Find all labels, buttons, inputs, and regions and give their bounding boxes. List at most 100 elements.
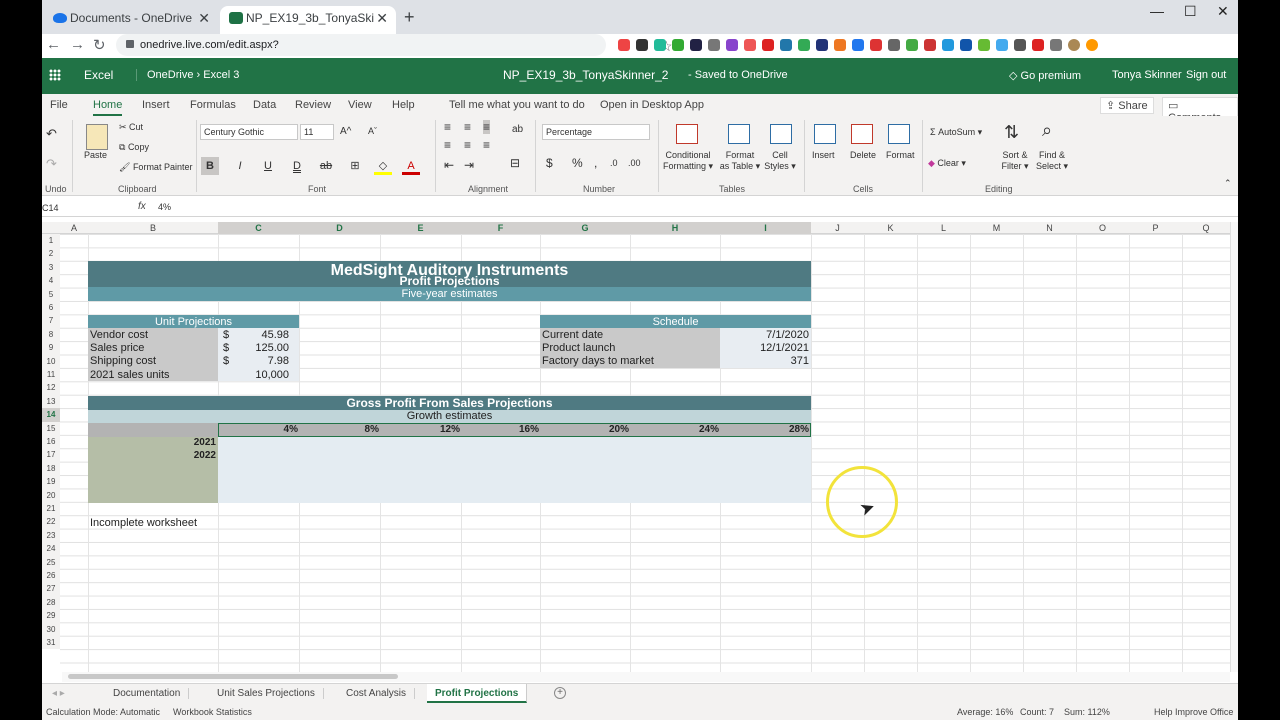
name-box[interactable]: C14 [42, 201, 130, 215]
row-header[interactable]: 21 [42, 502, 60, 516]
underline-button[interactable]: U [259, 157, 277, 175]
column-header[interactable]: I [720, 222, 811, 234]
unit-value[interactable]: 7.98 [240, 355, 289, 367]
row-header[interactable]: 6 [42, 301, 60, 315]
extension-icon[interactable] [906, 39, 918, 51]
sheet-subtitle[interactable]: Profit Projections [88, 274, 811, 288]
growth-rate-cell[interactable]: 8% [299, 424, 379, 435]
extension-icon[interactable] [852, 39, 864, 51]
year-label[interactable]: 2022 [88, 450, 216, 461]
autosum-button[interactable]: Σ AutoSum ▾ [930, 127, 982, 138]
extension-icon[interactable] [816, 39, 828, 51]
row-header[interactable]: 1 [42, 234, 60, 248]
growth-rate-cell[interactable]: 4% [218, 424, 298, 435]
column-header[interactable]: C [218, 222, 299, 234]
unit-label[interactable]: Sales price [90, 342, 144, 354]
column-header[interactable]: P [1129, 222, 1182, 234]
font-color-icon[interactable]: A [402, 157, 420, 175]
extension-icon[interactable] [744, 39, 756, 51]
sort-filter-button[interactable]: Sort & Filter ▾ [998, 150, 1032, 172]
row-header[interactable]: 7 [42, 314, 60, 328]
row-header[interactable]: 22 [42, 515, 60, 529]
close-window-button[interactable]: ✕ [1217, 3, 1229, 20]
tab-review[interactable]: Review [295, 99, 331, 111]
prev-sheet-icon[interactable]: ◂ ▸ [44, 688, 73, 699]
extension-icon[interactable] [960, 39, 972, 51]
percent-icon[interactable]: % [572, 156, 583, 170]
align-left-icon[interactable]: ≡ [444, 138, 451, 152]
sign-out-link[interactable]: Sign out [1186, 69, 1226, 81]
delete-cells-button[interactable]: Delete [850, 150, 876, 161]
tab-help[interactable]: Help [392, 99, 415, 111]
double-underline-button[interactable]: D [288, 157, 306, 175]
find-select-button[interactable]: Find & Select ▾ [1034, 150, 1070, 172]
extension-icon[interactable] [1050, 39, 1062, 51]
extension-icon[interactable] [1032, 39, 1044, 51]
unit-label[interactable]: 2021 sales units [90, 369, 170, 381]
clear-button[interactable]: ◆ Clear ▾ [928, 158, 966, 169]
column-header[interactable]: F [461, 222, 540, 234]
unit-projections-header[interactable]: Unit Projections [88, 316, 299, 328]
column-header[interactable]: G [540, 222, 630, 234]
conditional-formatting-icon[interactable] [676, 124, 698, 144]
currency-icon[interactable]: $ [546, 156, 553, 170]
sheet-tab-unit-sales[interactable]: Unit Sales Projections [209, 688, 324, 699]
align-bottom-icon[interactable]: ≡ [483, 120, 491, 134]
format-as-table-button[interactable]: Format as Table ▾ [716, 150, 764, 172]
tab-data[interactable]: Data [253, 99, 276, 111]
column-header[interactable]: K [864, 222, 917, 234]
cells-area[interactable]: MedSight Auditory Instruments Profit Pro… [60, 234, 1230, 672]
paste-button[interactable]: Paste [84, 150, 107, 161]
row-header[interactable]: 24 [42, 542, 60, 556]
incomplete-note[interactable]: Incomplete worksheet [90, 517, 197, 529]
schedule-label[interactable]: Current date [542, 329, 603, 341]
cell-styles-icon[interactable] [770, 124, 792, 144]
growth-rate-cell[interactable]: 20% [540, 424, 629, 435]
row-header[interactable]: 15 [42, 421, 60, 435]
align-center-icon[interactable]: ≡ [464, 138, 471, 152]
extension-icon[interactable] [1086, 39, 1098, 51]
forward-icon[interactable]: → [70, 36, 85, 53]
cell-styles-button[interactable]: Cell Styles ▾ [760, 150, 800, 172]
help-improve-link[interactable]: Help Improve Office [1154, 707, 1233, 717]
growth-rate-cell[interactable]: 24% [630, 424, 719, 435]
column-header[interactable]: A [60, 222, 88, 234]
browser-tab-onedrive[interactable]: Documents - OneDrive ✕ [44, 6, 218, 34]
fx-icon[interactable]: fx [138, 201, 146, 212]
tab-view[interactable]: View [348, 99, 372, 111]
schedule-header[interactable]: Schedule [540, 316, 811, 328]
format-as-table-icon[interactable] [728, 124, 750, 144]
column-header[interactable]: O [1076, 222, 1129, 234]
extension-icon[interactable] [762, 39, 774, 51]
extension-icon[interactable] [924, 39, 936, 51]
url-input[interactable]: onedrive.live.com/edit.aspx?resid=E10A71… [116, 34, 673, 73]
close-tab-icon[interactable]: ✕ [198, 6, 210, 30]
row-header[interactable]: 12 [42, 381, 60, 395]
new-tab-button[interactable]: + [404, 7, 415, 28]
profile-avatar[interactable] [1068, 39, 1080, 51]
formula-input[interactable]: 4% [158, 202, 171, 212]
spreadsheet-grid[interactable]: ABCDEFGHIJKLMNOPQ 1 2 3 4 5 6 7 8 9 10 11 12 13 14 15 1… [42, 222, 1230, 672]
user-name[interactable]: Tonya Skinner [1112, 69, 1182, 81]
row-header[interactable]: 23 [42, 528, 60, 543]
unit-value[interactable]: 10,000 [240, 369, 289, 381]
unit-value[interactable]: 45.98 [240, 329, 289, 341]
row-header[interactable]: 16 [42, 435, 60, 449]
growth-rate-cell[interactable]: 12% [380, 424, 460, 435]
browser-tab-excel[interactable]: NP_EX19_3b_TonyaSkinner_2.xlsx ✕ [220, 6, 396, 34]
italic-button[interactable]: I [231, 157, 249, 175]
align-middle-icon[interactable]: ≡ [464, 120, 471, 134]
decrease-decimal-icon[interactable]: .00 [628, 158, 641, 168]
tab-formulas[interactable]: Formulas [190, 99, 236, 111]
schedule-value[interactable]: 7/1/2020 [720, 329, 809, 341]
extension-icon[interactable] [942, 39, 954, 51]
tell-me-search[interactable]: Tell me what you want to do [449, 99, 585, 111]
maximize-button[interactable]: ☐ [1184, 3, 1197, 20]
sheet-tab-profit-projections[interactable]: Profit Projections [427, 684, 528, 703]
fill-color-icon[interactable]: ◇ [374, 157, 392, 175]
magnifier-icon[interactable]: ⌕ [1042, 120, 1052, 141]
align-top-icon[interactable]: ≡ [444, 120, 451, 134]
row-header[interactable]: 29 [42, 609, 60, 623]
font-size-select[interactable]: 11 [300, 124, 334, 140]
row-header[interactable]: 14 [42, 408, 60, 422]
